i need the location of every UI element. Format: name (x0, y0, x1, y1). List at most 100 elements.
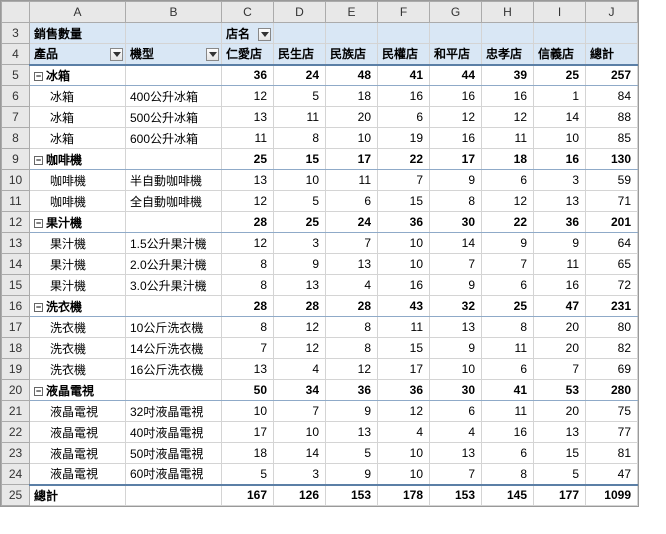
column-header-H[interactable]: H (482, 2, 534, 23)
value-cell: 12 (222, 191, 274, 212)
row-header[interactable]: 13 (2, 233, 30, 254)
filter-product-icon[interactable] (110, 48, 123, 61)
model-cell: 10公斤洗衣機 (126, 317, 222, 338)
value-cell: 8 (222, 254, 274, 275)
row-header[interactable]: 8 (2, 128, 30, 149)
value-cell: 14 (534, 107, 586, 128)
value-cell: 11 (482, 338, 534, 359)
value-cell: 8 (482, 317, 534, 338)
row-header[interactable]: 22 (2, 422, 30, 443)
table-row: 15果汁機3.0公升果汁機813416961672 (2, 275, 638, 296)
row-header[interactable]: 10 (2, 170, 30, 191)
filter-store-icon[interactable] (258, 28, 271, 41)
group-name-cell: −洗衣機 (30, 296, 126, 317)
product-cell: 果汁機 (30, 275, 126, 296)
row-header[interactable]: 23 (2, 443, 30, 464)
subtotal-value: 36 (378, 212, 430, 233)
column-header-E[interactable]: E (326, 2, 378, 23)
value-cell: 9 (430, 170, 482, 191)
column-header-J[interactable]: J (586, 2, 638, 23)
model-cell: 500公升冰箱 (126, 107, 222, 128)
column-header-A[interactable]: A (30, 2, 126, 23)
column-header-C[interactable]: C (222, 2, 274, 23)
group-name: 冰箱 (46, 69, 70, 83)
grand-total-value: 177 (534, 485, 586, 506)
value-cell: 7 (274, 401, 326, 422)
value-cell: 10 (534, 128, 586, 149)
filter-model-icon[interactable] (206, 48, 219, 61)
blank (126, 149, 222, 170)
row-header[interactable]: 7 (2, 107, 30, 128)
column-header-D[interactable]: D (274, 2, 326, 23)
column-header-B[interactable]: B (126, 2, 222, 23)
collapse-icon[interactable]: − (34, 303, 43, 312)
row-header[interactable]: 16 (2, 296, 30, 317)
row-header[interactable]: 21 (2, 401, 30, 422)
subtotal-value: 201 (586, 212, 638, 233)
blank (126, 380, 222, 401)
subtotal-value: 24 (274, 65, 326, 86)
collapse-icon[interactable]: − (34, 72, 43, 81)
column-header-F[interactable]: F (378, 2, 430, 23)
subtotal-value: 24 (326, 212, 378, 233)
row-header[interactable]: 5 (2, 65, 30, 86)
table-row: 17洗衣機10公斤洗衣機8128111382080 (2, 317, 638, 338)
collapse-icon[interactable]: − (34, 156, 43, 165)
blank (126, 23, 222, 44)
row-header[interactable]: 12 (2, 212, 30, 233)
row-header[interactable]: 18 (2, 338, 30, 359)
value-cell: 7 (430, 254, 482, 275)
collapse-icon[interactable]: − (34, 387, 43, 396)
corner-cell[interactable] (2, 2, 30, 23)
header-model: 機型 (126, 44, 222, 65)
subtotal-value: 22 (482, 212, 534, 233)
row-header[interactable]: 4 (2, 44, 30, 65)
blank (126, 485, 222, 506)
row-header[interactable]: 25 (2, 485, 30, 506)
value-cell: 9 (326, 464, 378, 485)
row-header[interactable]: 9 (2, 149, 30, 170)
value-cell: 16 (534, 275, 586, 296)
value-cell: 11 (534, 254, 586, 275)
subtotal-value: 47 (534, 296, 586, 317)
row-header[interactable]: 6 (2, 86, 30, 107)
value-cell: 7 (378, 170, 430, 191)
value-cell: 10 (378, 233, 430, 254)
blank (534, 23, 586, 44)
value-cell: 11 (326, 170, 378, 191)
value-cell: 69 (586, 359, 638, 380)
row-header[interactable]: 17 (2, 317, 30, 338)
value-cell: 4 (378, 422, 430, 443)
row-header[interactable]: 19 (2, 359, 30, 380)
value-cell: 59 (586, 170, 638, 191)
value-cell: 20 (326, 107, 378, 128)
pivot-table: ABCDEFGHIJ 3銷售數量店名4產品機型仁愛店民生店民族店民權店和平店忠孝… (1, 1, 638, 506)
value-cell: 6 (482, 170, 534, 191)
value-cell: 6 (326, 191, 378, 212)
model-cell: 全自動咖啡機 (126, 191, 222, 212)
value-cell: 8 (222, 317, 274, 338)
subtotal-value: 28 (274, 296, 326, 317)
row-header[interactable]: 14 (2, 254, 30, 275)
collapse-icon[interactable]: − (34, 219, 43, 228)
group-name: 咖啡機 (46, 153, 82, 167)
table-row: 21液晶電視32吋液晶電視1079126112075 (2, 401, 638, 422)
column-header-I[interactable]: I (534, 2, 586, 23)
column-header-G[interactable]: G (430, 2, 482, 23)
value-cell: 8 (326, 338, 378, 359)
blank (126, 212, 222, 233)
subtotal-value: 28 (222, 296, 274, 317)
product-cell: 果汁機 (30, 254, 126, 275)
value-cell: 3 (274, 464, 326, 485)
value-cell: 88 (586, 107, 638, 128)
model-cell: 40吋液晶電視 (126, 422, 222, 443)
row-header[interactable]: 20 (2, 380, 30, 401)
row-header[interactable]: 3 (2, 23, 30, 44)
row-header[interactable]: 24 (2, 464, 30, 485)
table-row: 7冰箱500公升冰箱131120612121488 (2, 107, 638, 128)
value-cell: 77 (586, 422, 638, 443)
row-header[interactable]: 11 (2, 191, 30, 212)
model-cell: 400公升冰箱 (126, 86, 222, 107)
subtotal-value: 257 (586, 65, 638, 86)
row-header[interactable]: 15 (2, 275, 30, 296)
